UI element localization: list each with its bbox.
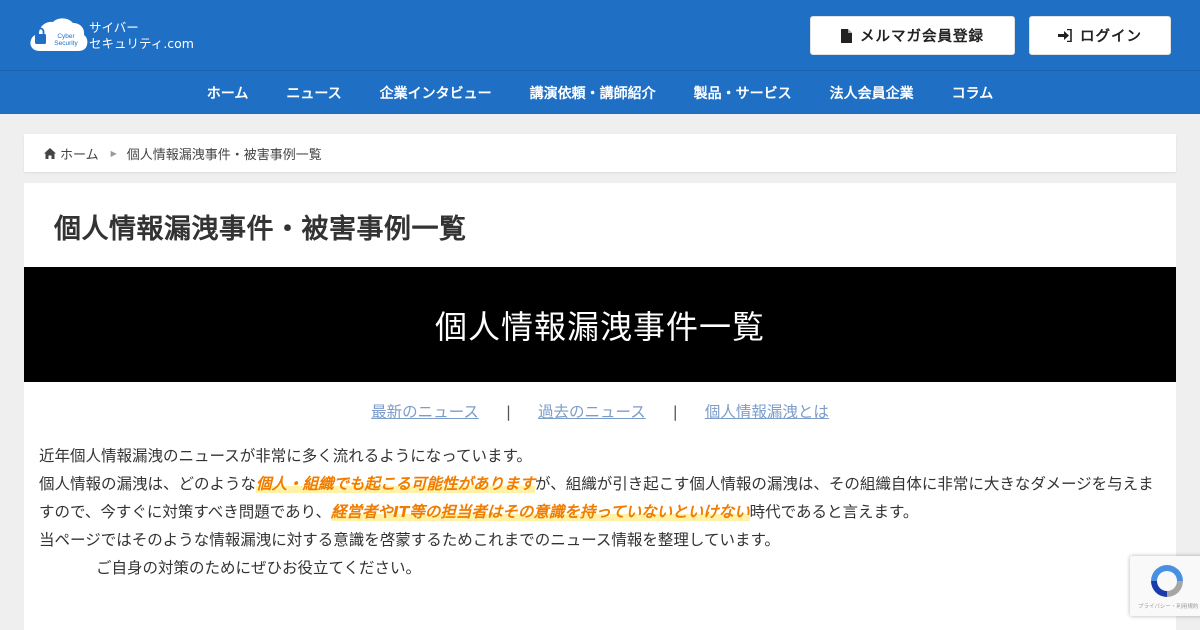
page-title: 個人情報漏洩事件・被害事例一覧 xyxy=(54,214,467,245)
sub-navigation: 最新のニュース | 過去のニュース | 個人情報漏洩とは xyxy=(24,400,1176,422)
nav-item-interview[interactable]: 企業インタビュー xyxy=(380,83,492,103)
nav-item-home[interactable]: ホーム xyxy=(207,83,249,103)
main-content: 個人情報漏洩事件・被害事例一覧 個人情報漏洩事件一覧 最新のニュース | 過去の… xyxy=(24,183,1176,630)
recaptcha-caption: プライバシー・利用規約 xyxy=(1138,604,1199,610)
nav-item-news[interactable]: ニュース xyxy=(286,83,341,103)
logo-badge-line2: Security xyxy=(54,40,78,47)
global-nav: ホーム ニュース 企業インタビュー 講演依頼・講師紹介 製品・サービス 法人会員… xyxy=(0,70,1200,114)
breadcrumb-current: 個人情報漏洩事件・被害事例一覧 xyxy=(126,147,322,163)
intro-p2-part-c: 時代であると言えます。 xyxy=(749,503,919,521)
logo-text: サイバー セキュリティ.com xyxy=(89,20,194,52)
separator: | xyxy=(672,403,678,421)
highlight-text: 経営者やIT等の担当者はその意識を持っていないといけない xyxy=(331,503,750,521)
breadcrumb-home-label: ホーム xyxy=(60,147,99,163)
intro-paragraph-1: 近年個人情報漏洩のニュースが非常に多く流れるようになっています。 xyxy=(39,447,532,465)
logo-line1: サイバー xyxy=(89,20,139,35)
chevron-right-icon: ▶ xyxy=(110,148,117,158)
breadcrumb-home-link[interactable]: ホーム xyxy=(44,144,99,163)
logo-badge-line1: Cyber xyxy=(57,33,75,40)
past-news-link[interactable]: 過去のニュース xyxy=(538,403,646,421)
home-icon xyxy=(44,147,56,159)
recaptcha-icon xyxy=(1151,565,1183,597)
login-button[interactable]: ログイン xyxy=(1029,16,1171,55)
highlight-text: 個人・組織でも起こる可能性があります xyxy=(256,475,536,493)
logo-line2: セキュリティ.com xyxy=(89,36,194,51)
nav-item-column[interactable]: コラム xyxy=(952,83,994,103)
newsletter-register-label: メルマガ会員登録 xyxy=(860,29,984,45)
intro-text: 近年個人情報漏洩のニュースが非常に多く流れるようになっています。 個人情報の漏洩… xyxy=(39,442,1164,582)
intro-paragraph-2: 個人情報の漏洩は、どのような個人・組織でも起こる可能性がありますが、組織が引き起… xyxy=(39,470,1164,526)
hero-banner: 個人情報漏洩事件一覧 xyxy=(24,267,1176,382)
nav-item-corporate-members[interactable]: 法人会員企業 xyxy=(830,83,914,103)
latest-news-link[interactable]: 最新のニュース xyxy=(371,403,479,421)
intro-paragraph-4: ご自身の対策のためにぜひお役立てください。 xyxy=(96,559,422,577)
recaptcha-badge[interactable]: プライバシー・利用規約 xyxy=(1130,556,1200,616)
banner-title: 個人情報漏洩事件一覧 xyxy=(434,307,765,346)
nav-item-products[interactable]: 製品・サービス xyxy=(694,83,792,103)
header: Cyber Security サイバー セキュリティ.com メルマガ会員登録 … xyxy=(0,0,1200,70)
file-icon xyxy=(841,28,852,43)
nav-item-lecture[interactable]: 講演依頼・講師紹介 xyxy=(530,83,656,103)
about-leak-link[interactable]: 個人情報漏洩とは xyxy=(705,403,829,421)
intro-p2-part-a: 個人情報の漏洩は、どのような xyxy=(39,475,257,493)
separator: | xyxy=(505,403,512,421)
login-label: ログイン xyxy=(1080,29,1142,45)
sign-in-icon xyxy=(1058,29,1072,42)
nav-items: ホーム ニュース 企業インタビュー 講演依頼・講師紹介 製品・サービス 法人会員… xyxy=(0,71,1200,115)
intro-paragraph-3: 当ページではそのような情報漏洩に対する意識を啓蒙するためこれまでのニュース情報を… xyxy=(39,531,780,549)
site-logo[interactable]: Cyber Security サイバー セキュリティ.com xyxy=(28,16,218,56)
cloud-lock-logo-icon: Cyber Security xyxy=(30,18,88,51)
breadcrumb: ホーム ▶ 個人情報漏洩事件・被害事例一覧 xyxy=(24,134,1176,172)
newsletter-register-button[interactable]: メルマガ会員登録 xyxy=(810,16,1015,55)
